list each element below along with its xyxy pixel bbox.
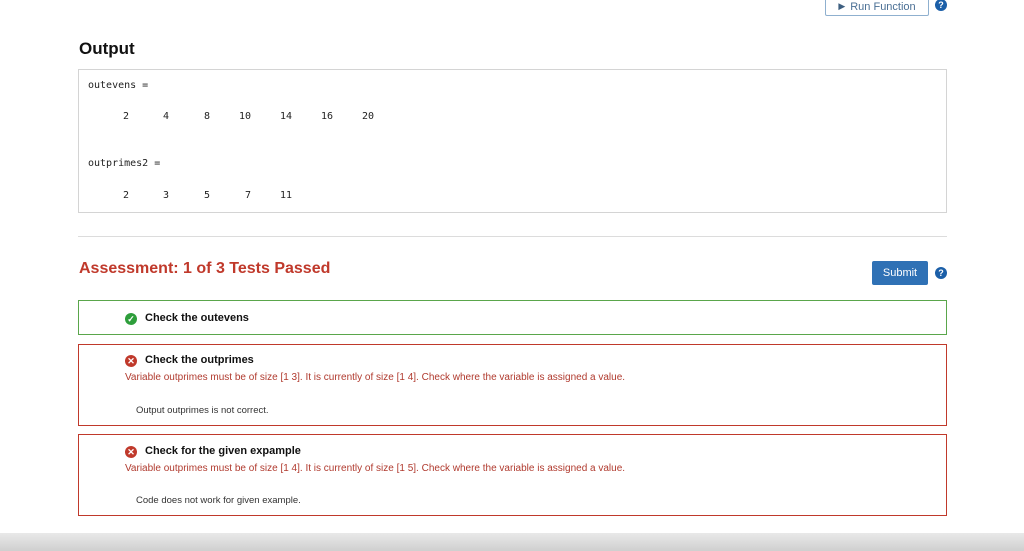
section-divider [78, 236, 947, 237]
assessment-title: Assessment: 1 of 3 Tests Passed [79, 260, 331, 277]
output-value: 8 [203, 111, 210, 122]
error-detail: Code does not work for given example. [136, 495, 301, 506]
output-title: Output [79, 39, 135, 58]
output-value: 20 [361, 111, 374, 122]
run-help-icon[interactable]: ? [935, 0, 947, 11]
output-value: 10 [238, 111, 251, 122]
var-label-outprimes2: outprimes2 = [88, 158, 161, 169]
error-message: Variable outprimes must be of size [1 3]… [125, 372, 626, 383]
output-value: 11 [279, 190, 292, 201]
submit-button[interactable]: Submit [872, 261, 928, 285]
output-value: 14 [279, 111, 292, 122]
run-function-button[interactable]: ▶ Run Function [825, 0, 929, 16]
output-value: 5 [203, 190, 210, 201]
output-value: 2 [122, 190, 129, 201]
test-name: Check the outevens [145, 312, 249, 324]
outprimes2-values: 2 3 5 7 11 [79, 169, 946, 246]
run-function-label: Run Function [850, 0, 916, 13]
submit-help-icon[interactable]: ? [935, 267, 947, 279]
check-circle-icon: ✓ [125, 313, 137, 325]
test-result-pass: ✓ Check the outevens [78, 300, 947, 335]
test-result-fail: ✕ Check the outprimes Variable outprimes… [78, 344, 947, 426]
output-value: 2 [122, 111, 129, 122]
output-value: 16 [320, 111, 333, 122]
test-name: Check the outprimes [145, 354, 254, 366]
error-message: Variable outprimes must be of size [1 4]… [125, 463, 626, 474]
x-circle-icon: ✕ [125, 446, 137, 458]
bottom-scroll-shadow [0, 533, 1024, 551]
output-console: outevens = 2 4 8 10 14 16 20 outprimes2 … [78, 69, 947, 213]
x-circle-icon: ✕ [125, 355, 137, 367]
output-value: 3 [162, 190, 169, 201]
outevens-values: 2 4 8 10 14 16 20 [79, 70, 946, 169]
test-name: Check for the given expample [145, 445, 301, 457]
output-value: 7 [244, 190, 251, 201]
var-label-outevens: outevens = [88, 80, 149, 91]
output-value: 4 [162, 111, 169, 122]
test-result-fail: ✕ Check for the given expample Variable … [78, 434, 947, 516]
error-detail: Output outprimes is not correct. [136, 405, 269, 416]
play-icon: ▶ [838, 1, 846, 11]
